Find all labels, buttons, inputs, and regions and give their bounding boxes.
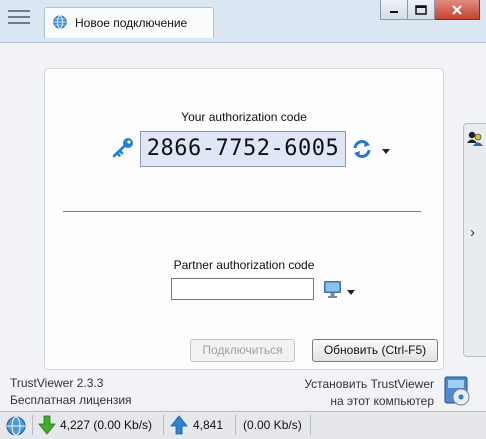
license-label: Бесплатная лицензия xyxy=(10,393,132,407)
close-icon xyxy=(452,4,462,15)
status-separator xyxy=(235,415,236,435)
globe-icon[interactable] xyxy=(5,415,27,437)
refresh-icon[interactable] xyxy=(352,139,372,159)
title-bar: Новое подключение xyxy=(0,0,486,43)
tab-new-connection[interactable]: Новое подключение xyxy=(44,7,214,38)
users-icon xyxy=(467,131,483,146)
partner-code-input[interactable] xyxy=(171,278,314,300)
refresh-code-button[interactable]: Обновить (Ctrl-F5) xyxy=(312,339,438,362)
download-arrow-icon xyxy=(38,415,56,435)
key-icon xyxy=(112,138,133,158)
download-stats: 4,227 (0.00 Kb/s) xyxy=(60,418,153,432)
your-code-label: Your authorization code xyxy=(181,110,307,124)
window-controls xyxy=(380,0,480,20)
partner-options-dropdown[interactable] xyxy=(347,290,355,295)
install-link-line2[interactable]: на этот компьютер xyxy=(330,394,434,408)
partner-code-label: Partner authorization code xyxy=(173,258,315,272)
close-button[interactable] xyxy=(435,0,480,20)
minimize-button[interactable] xyxy=(380,0,408,20)
tab-title: Новое подключение xyxy=(75,16,188,30)
code-options-dropdown[interactable] xyxy=(382,149,390,154)
install-link-line1[interactable]: Установить TrustViewer xyxy=(304,377,434,391)
minimize-icon xyxy=(390,10,398,13)
divider xyxy=(63,211,421,213)
menu-icon[interactable] xyxy=(6,6,32,28)
side-panel-toggle[interactable]: › xyxy=(463,123,486,357)
maximize-button[interactable] xyxy=(408,0,435,20)
main-panel: Your authorization code 2866-7752-6005 P… xyxy=(0,43,486,409)
connect-button[interactable]: Подключиться xyxy=(190,339,295,362)
upload-rate: (0.00 Kb/s) xyxy=(243,418,302,432)
chevron-right-icon: › xyxy=(470,224,475,241)
app-version: TrustViewer 2.3.3 xyxy=(10,376,104,390)
install-icon[interactable] xyxy=(442,373,472,407)
maximize-icon xyxy=(415,4,427,15)
status-separator xyxy=(163,415,164,435)
upload-arrow-icon xyxy=(170,415,188,435)
monitor-icon[interactable] xyxy=(323,280,343,299)
connection-card: Your authorization code 2866-7752-6005 P… xyxy=(44,68,444,370)
status-separator xyxy=(32,415,33,435)
globe-icon xyxy=(53,15,67,29)
status-bar: 4,227 (0.00 Kb/s) 4,841 (0.00 Kb/s) xyxy=(0,411,486,439)
upload-stats: 4,841 xyxy=(193,418,224,432)
status-separator xyxy=(310,415,311,435)
your-code-field[interactable]: 2866-7752-6005 xyxy=(140,131,346,167)
